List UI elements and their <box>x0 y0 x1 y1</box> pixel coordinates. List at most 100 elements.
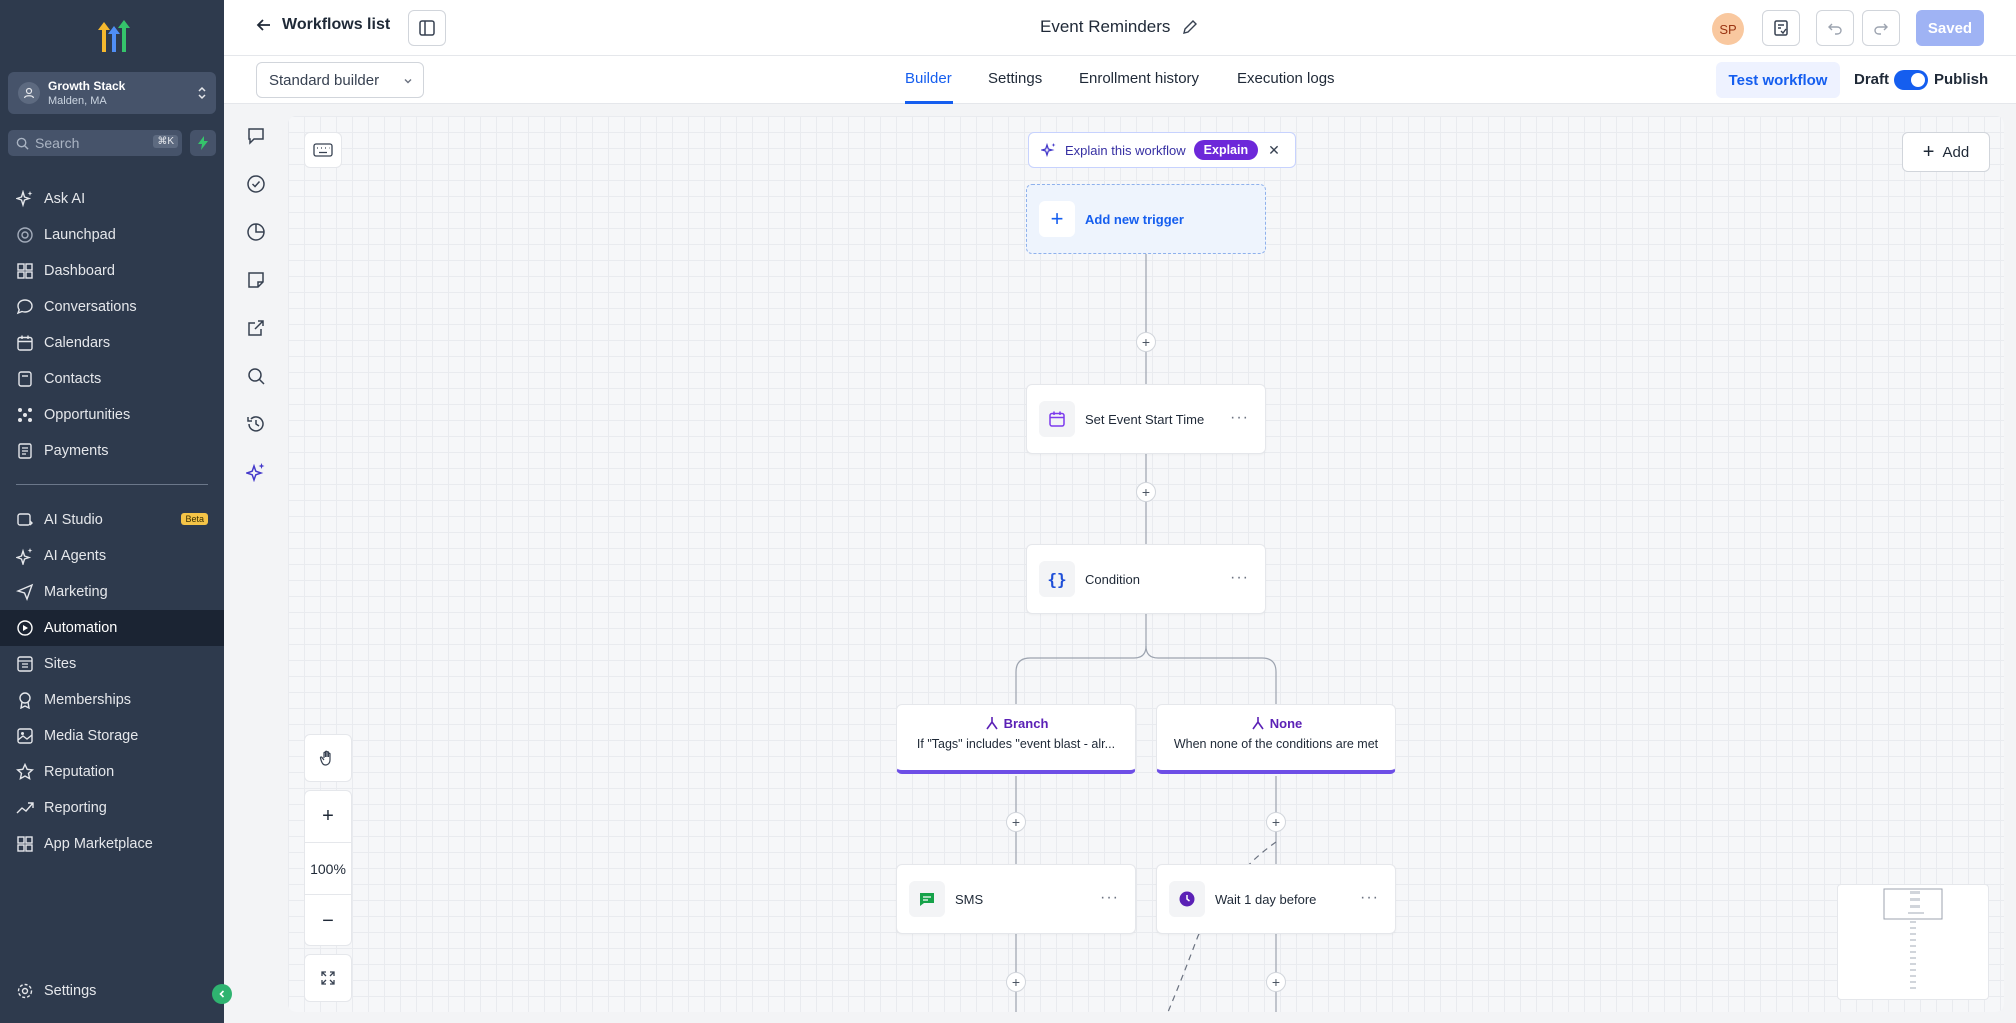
tab-execution-logs[interactable]: Execution logs <box>1237 70 1335 87</box>
sidebar-item-conversations[interactable]: Conversations <box>0 289 224 325</box>
sidebar-item-opportunities[interactable]: Opportunities <box>0 397 224 433</box>
add-step-button[interactable]: + <box>1006 812 1026 832</box>
bolt-icon <box>198 136 208 150</box>
workflow-canvas[interactable]: Explain this workflow Explain ✕ + Add + … <box>288 116 2004 1012</box>
keyboard-shortcuts-button[interactable] <box>304 132 342 168</box>
undo-button[interactable] <box>1816 10 1854 46</box>
sidebar-item-label: Opportunities <box>44 407 131 423</box>
back-to-workflows-link[interactable]: Workflows list <box>256 16 390 34</box>
calendar-icon <box>17 335 33 351</box>
minimap[interactable] <box>1837 884 1989 1000</box>
quick-action-button[interactable] <box>190 130 216 156</box>
add-step-button[interactable]: + <box>1136 332 1156 352</box>
redo-button[interactable] <box>1862 10 1900 46</box>
sidebar-item-launchpad[interactable]: Launchpad <box>0 217 224 253</box>
test-workflow-button[interactable]: Test workflow <box>1716 62 1840 98</box>
more-options-icon[interactable]: ··· <box>1360 889 1379 907</box>
comment-tool[interactable] <box>244 124 268 148</box>
branch-node-none[interactable]: None When none of the conditions are met <box>1156 704 1396 774</box>
add-step-button[interactable]: + <box>1266 812 1286 832</box>
add-trigger-node[interactable]: + Add new trigger <box>1026 184 1266 254</box>
add-button[interactable]: + Add <box>1902 132 1990 172</box>
sidebar-item-sites[interactable]: Sites <box>0 646 224 682</box>
more-options-icon[interactable]: ··· <box>1100 889 1119 907</box>
ai-tool[interactable] <box>244 460 268 484</box>
branch-title: None <box>1269 715 1303 731</box>
zoom-in-button[interactable]: + <box>305 791 351 843</box>
close-icon[interactable]: ✕ <box>1268 142 1280 159</box>
arrow-left-icon <box>256 19 270 31</box>
sidebar-collapse-button[interactable] <box>212 984 232 1004</box>
saved-button[interactable]: Saved <box>1916 10 1984 46</box>
hand-icon[interactable] <box>305 735 351 781</box>
plus-icon: + <box>1922 140 1935 163</box>
branch-description: When none of the conditions are met <box>1173 737 1379 751</box>
sidebar-item-ai-agents[interactable]: AI Agents <box>0 538 224 574</box>
keyboard-icon <box>313 143 333 157</box>
add-step-button[interactable]: + <box>1006 972 1026 992</box>
sidebar-item-reporting[interactable]: Reporting <box>0 790 224 826</box>
active-tab-indicator <box>905 101 953 104</box>
tab-settings[interactable]: Settings <box>988 70 1042 87</box>
fit-view-button[interactable] <box>304 954 352 1002</box>
notes-tool[interactable] <box>244 268 268 292</box>
publish-toggle[interactable] <box>1894 70 1928 90</box>
step-label: Set Event Start Time <box>1085 411 1205 427</box>
sites-icon <box>17 656 33 672</box>
sidebar-item-payments[interactable]: Payments <box>0 433 224 469</box>
sidebar-item-label: Conversations <box>44 299 137 315</box>
stats-tool[interactable] <box>244 220 268 244</box>
tab-builder[interactable]: Builder <box>905 70 952 87</box>
search-tool[interactable] <box>244 364 268 388</box>
history-tool[interactable] <box>244 412 268 436</box>
more-options-icon[interactable]: ··· <box>1230 569 1249 587</box>
sidebar-item-dashboard[interactable]: Dashboard <box>0 253 224 289</box>
step-wait[interactable]: Wait 1 day before ··· <box>1156 864 1396 934</box>
trigger-label: Add new trigger <box>1085 211 1184 227</box>
external-link-icon <box>248 320 264 336</box>
sidebar-item-app-marketplace[interactable]: App Marketplace <box>0 826 224 862</box>
share-tool[interactable] <box>244 316 268 340</box>
account-avatar-icon <box>18 82 40 104</box>
sidebar-item-label: Automation <box>44 620 118 636</box>
workflow-title: Event Reminders <box>1040 17 1198 37</box>
builder-select[interactable]: Standard builder <box>256 62 424 98</box>
sparkles-icon <box>16 190 33 208</box>
sms-icon <box>909 881 945 917</box>
sidebar-item-contacts[interactable]: Contacts <box>0 361 224 397</box>
pan-tool[interactable] <box>304 734 352 782</box>
app-logo[interactable] <box>92 16 132 56</box>
explain-button[interactable]: Explain <box>1193 140 1259 160</box>
draft-label: Draft <box>1854 71 1890 88</box>
user-avatar[interactable]: SP <box>1712 13 1744 45</box>
account-switcher[interactable]: Growth Stack Malden, MA <box>8 72 216 114</box>
pencil-icon[interactable] <box>1182 19 1198 35</box>
step-condition[interactable]: {} Condition ··· <box>1026 544 1266 614</box>
add-step-button[interactable]: + <box>1266 972 1286 992</box>
notes-button[interactable] <box>1762 10 1800 46</box>
zoom-out-button[interactable]: − <box>305 895 351 947</box>
sidebar-item-reputation[interactable]: Reputation <box>0 754 224 790</box>
branch-node-tags[interactable]: Branch If "Tags" includes "event blast -… <box>896 704 1136 774</box>
add-step-button[interactable]: + <box>1136 482 1156 502</box>
sidebar-item-automation[interactable]: Automation <box>0 610 224 646</box>
image-icon <box>17 728 33 744</box>
step-set-event-start-time[interactable]: Set Event Start Time ··· <box>1026 384 1266 454</box>
chevron-updown-icon <box>196 84 208 107</box>
sidebar-item-media-storage[interactable]: Media Storage <box>0 718 224 754</box>
sidebar-item-settings[interactable]: Settings <box>0 973 224 1009</box>
validate-tool[interactable] <box>244 172 268 196</box>
sidebar-item-marketing[interactable]: Marketing <box>0 574 224 610</box>
more-options-icon[interactable]: ··· <box>1230 409 1249 427</box>
expand-icon[interactable] <box>305 955 351 1001</box>
sidebar-item-ask-ai[interactable]: Ask AI <box>0 181 224 217</box>
sidebar-item-ai-studio[interactable]: AI Studio Beta <box>0 502 224 538</box>
search-shortcut: ⌘K <box>153 135 178 148</box>
sidebar-item-calendars[interactable]: Calendars <box>0 325 224 361</box>
sidebar-search[interactable]: Search ⌘K <box>8 130 182 156</box>
tab-enrollment-history[interactable]: Enrollment history <box>1079 70 1199 87</box>
toggle-panel-button[interactable] <box>408 10 446 46</box>
step-sms[interactable]: SMS ··· <box>896 864 1136 934</box>
sidebar-item-label: Payments <box>44 443 109 459</box>
sidebar-item-memberships[interactable]: Memberships <box>0 682 224 718</box>
